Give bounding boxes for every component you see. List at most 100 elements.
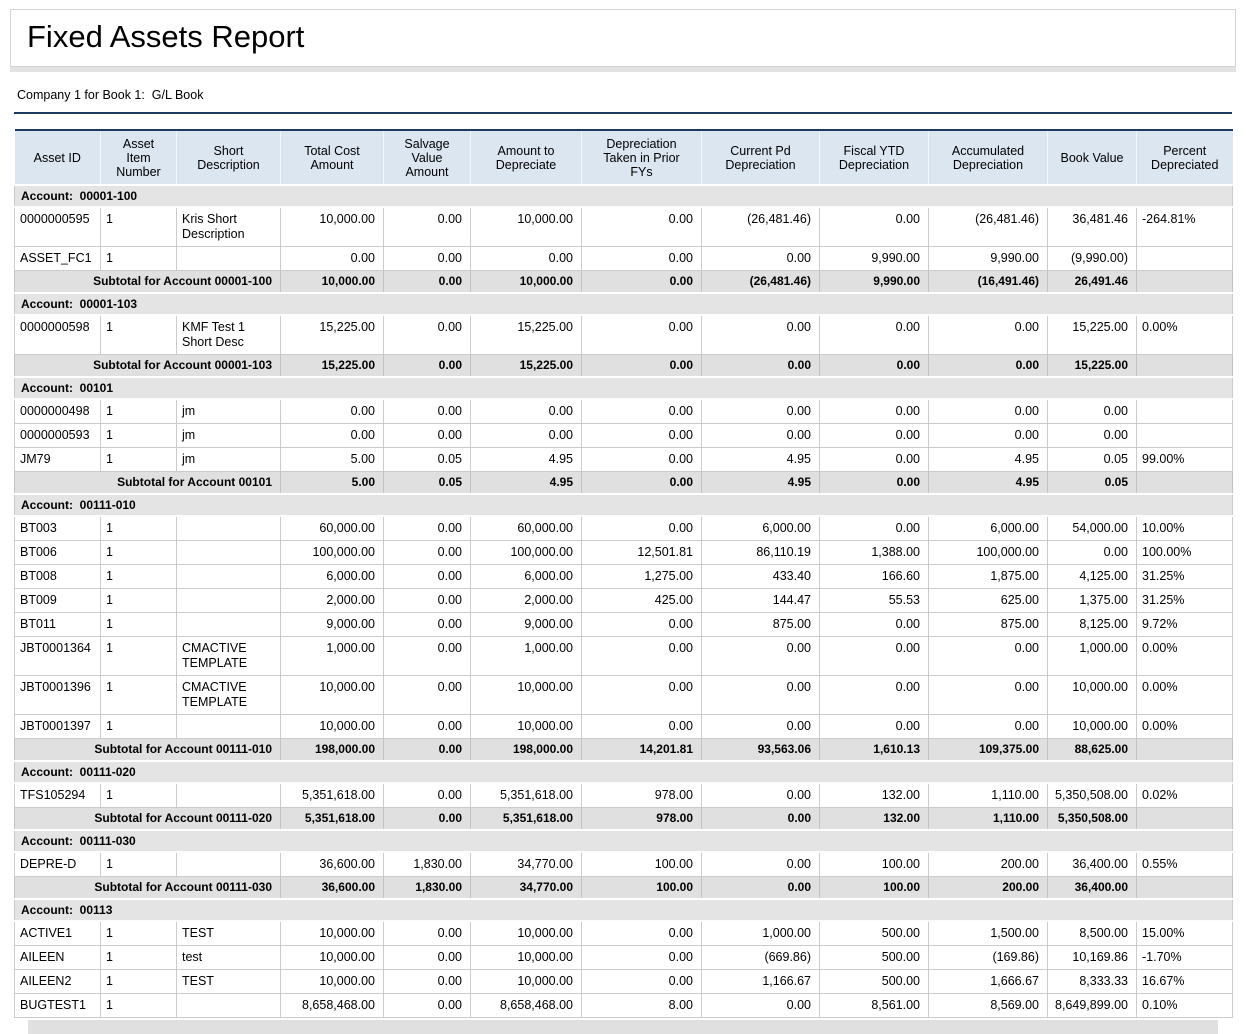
salvage-value-amount-cell: 0.00 — [384, 676, 471, 715]
depreciation-taken-prior-fys-cell: 100.00 — [582, 852, 702, 877]
fiscal-ytd-depreciation-cell: 0.00 — [820, 448, 929, 472]
accumulated-depreciation-subtotal: 200.00 — [929, 877, 1048, 900]
book-value-subtotal: 5,350,508.00 — [1048, 808, 1137, 831]
amount-to-depreciate-cell: 10,000.00 — [471, 921, 582, 946]
fiscal-ytd-depreciation-subtotal: 9,990.00 — [820, 271, 929, 294]
depreciation-taken-prior-fys-cell: 0.00 — [582, 637, 702, 676]
current-pd-depreciation-cell: 0.00 — [702, 315, 820, 355]
percent-depreciated-subtotal — [1137, 472, 1233, 495]
accumulated-depreciation-cell: 100,000.00 — [929, 541, 1048, 565]
asset-id-cell: BT006 — [15, 541, 101, 565]
fiscal-ytd-depreciation-subtotal: 0.00 — [820, 472, 929, 495]
book-value-cell: 36,400.00 — [1048, 852, 1137, 877]
fiscal-ytd-depreciation-cell: 0.00 — [820, 637, 929, 676]
col-header-short-description: Short Description — [177, 130, 281, 185]
table-row: BUGTEST118,658,468.000.008,658,468.008.0… — [15, 994, 1233, 1018]
page-title: Fixed Assets Report — [27, 19, 1220, 55]
account-band: Account: 00113 — [15, 899, 1233, 921]
short-description-cell: jm — [177, 399, 281, 424]
current-pd-depreciation-subtotal: 0.00 — [702, 355, 820, 378]
amount-to-depreciate-cell: 10,000.00 — [471, 946, 582, 970]
book-value-cell: 54,000.00 — [1048, 516, 1137, 541]
asset-id-cell: JM79 — [15, 448, 101, 472]
salvage-value-amount-cell: 0.00 — [384, 207, 471, 247]
asset-item-number-cell: 1 — [101, 946, 177, 970]
percent-depreciated-cell — [1137, 399, 1233, 424]
salvage-value-amount-cell: 0.00 — [384, 541, 471, 565]
total-cost-amount-cell: 15,225.00 — [281, 315, 384, 355]
current-pd-depreciation-cell: 0.00 — [702, 994, 820, 1018]
amount-to-depreciate-cell: 1,000.00 — [471, 637, 582, 676]
asset-item-number-cell: 1 — [101, 424, 177, 448]
accumulated-depreciation-cell: 0.00 — [929, 715, 1048, 739]
accumulated-depreciation-cell: 200.00 — [929, 852, 1048, 877]
table-row: JBT00013641CMACTIVE TEMPLATE1,000.000.00… — [15, 637, 1233, 676]
current-pd-depreciation-subtotal: 4.95 — [702, 472, 820, 495]
col-header-total-cost-amount: Total Cost Amount — [281, 130, 384, 185]
account-band-row: Account: 00101 — [15, 377, 1233, 399]
subtotal-label: Subtotal for Account 00001-103 — [15, 355, 281, 378]
account-band-row: Account: 00113 — [15, 899, 1233, 921]
table-row: DEPRE-D136,600.001,830.0034,770.00100.00… — [15, 852, 1233, 877]
report-title-bar: Fixed Assets Report — [10, 9, 1236, 67]
depreciation-taken-prior-fys-subtotal: 0.00 — [582, 472, 702, 495]
current-pd-depreciation-cell: 86,110.19 — [702, 541, 820, 565]
table-row: JBT0001397110,000.000.0010,000.000.000.0… — [15, 715, 1233, 739]
book-value-cell: 36,481.46 — [1048, 207, 1137, 247]
asset-item-number-cell: 1 — [101, 207, 177, 247]
total-cost-amount-cell: 100,000.00 — [281, 541, 384, 565]
asset-item-number-cell: 1 — [101, 541, 177, 565]
salvage-value-amount-subtotal: 0.00 — [384, 355, 471, 378]
accumulated-depreciation-cell: 4.95 — [929, 448, 1048, 472]
salvage-value-amount-cell: 0.00 — [384, 399, 471, 424]
asset-item-number-cell: 1 — [101, 613, 177, 637]
account-band: Account: 00001-103 — [15, 293, 1233, 315]
fiscal-ytd-depreciation-cell: 500.00 — [820, 946, 929, 970]
fiscal-ytd-depreciation-cell: 0.00 — [820, 516, 929, 541]
total-cost-amount-cell: 0.00 — [281, 247, 384, 271]
percent-depreciated-cell: 0.00% — [1137, 715, 1233, 739]
salvage-value-amount-cell: 0.00 — [384, 589, 471, 613]
fiscal-ytd-depreciation-cell: 0.00 — [820, 715, 929, 739]
depreciation-taken-prior-fys-cell: 0.00 — [582, 315, 702, 355]
fiscal-ytd-depreciation-cell: 0.00 — [820, 676, 929, 715]
total-cost-amount-cell: 9,000.00 — [281, 613, 384, 637]
current-pd-depreciation-subtotal: 0.00 — [702, 808, 820, 831]
current-pd-depreciation-cell: 144.47 — [702, 589, 820, 613]
percent-depreciated-cell: 100.00% — [1137, 541, 1233, 565]
percent-depreciated-cell: -264.81% — [1137, 207, 1233, 247]
short-description-cell — [177, 565, 281, 589]
total-cost-amount-subtotal: 5,351,618.00 — [281, 808, 384, 831]
book-value-cell: 0.00 — [1048, 541, 1137, 565]
total-cost-amount-cell: 60,000.00 — [281, 516, 384, 541]
book-value-cell: 0.00 — [1048, 424, 1137, 448]
asset-item-number-cell: 1 — [101, 715, 177, 739]
amount-to-depreciate-cell: 8,658,468.00 — [471, 994, 582, 1018]
book-value-subtotal: 26,491.46 — [1048, 271, 1137, 294]
account-band: Account: 00101 — [15, 377, 1233, 399]
fiscal-ytd-depreciation-cell: 166.60 — [820, 565, 929, 589]
subtotal-label: Subtotal for Account 00111-010 — [15, 739, 281, 762]
percent-depreciated-cell: 0.00% — [1137, 637, 1233, 676]
accumulated-depreciation-cell: 0.00 — [929, 637, 1048, 676]
fiscal-ytd-depreciation-cell: 500.00 — [820, 921, 929, 946]
col-header-asset-item-number: Asset Item Number — [101, 130, 177, 185]
subtotal-label: Subtotal for Account 00001-100 — [15, 271, 281, 294]
table-row: AILEEN1test10,000.000.0010,000.000.00(66… — [15, 946, 1233, 970]
current-pd-depreciation-cell: (26,481.46) — [702, 207, 820, 247]
book-value-cell: 15,225.00 — [1048, 315, 1137, 355]
fiscal-ytd-depreciation-cell: 0.00 — [820, 424, 929, 448]
total-cost-amount-cell: 10,000.00 — [281, 207, 384, 247]
book-value-cell: 10,000.00 — [1048, 676, 1137, 715]
amount-to-depreciate-subtotal: 5,351,618.00 — [471, 808, 582, 831]
amount-to-depreciate-subtotal: 4.95 — [471, 472, 582, 495]
asset-item-number-cell: 1 — [101, 247, 177, 271]
total-cost-amount-cell: 5,351,618.00 — [281, 783, 384, 808]
depreciation-taken-prior-fys-cell: 0.00 — [582, 946, 702, 970]
short-description-cell: KMF Test 1 Short Desc — [177, 315, 281, 355]
asset-id-cell: BT003 — [15, 516, 101, 541]
accumulated-depreciation-cell: 0.00 — [929, 676, 1048, 715]
table-row: ASSET_FC110.000.000.000.000.009,990.009,… — [15, 247, 1233, 271]
total-cost-amount-cell: 10,000.00 — [281, 946, 384, 970]
asset-id-cell: BT011 — [15, 613, 101, 637]
